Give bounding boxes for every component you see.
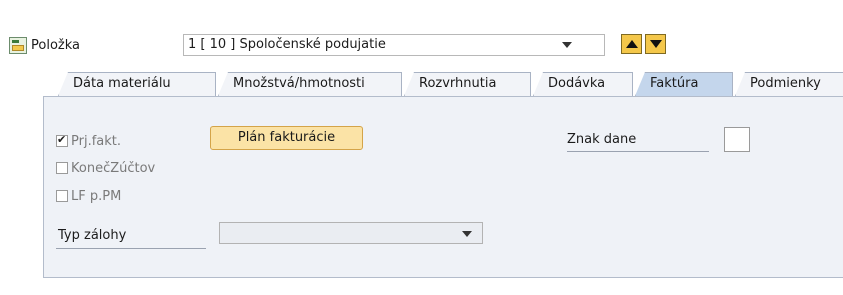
tab-strip: Dáta materiálu Množstvá/hmotnosti Rozvrh… bbox=[58, 72, 843, 96]
billing-plan-button[interactable]: Plán fakturácie bbox=[210, 126, 363, 150]
item-detail-icon[interactable] bbox=[9, 37, 27, 54]
tax-code-underline bbox=[567, 151, 709, 152]
tax-code-field[interactable] bbox=[724, 127, 750, 152]
checkbox-label: LF p.PM bbox=[71, 189, 122, 204]
item-select-value: 1 [ 10 ] Spoločenské podujatie bbox=[188, 37, 386, 52]
chevron-down-icon[interactable] bbox=[562, 42, 572, 48]
checkmark-icon[interactable] bbox=[56, 133, 68, 147]
checkbox-lf-pm[interactable]: LF p.PM bbox=[56, 189, 121, 204]
checkbox-label: KonečZúčtov bbox=[71, 161, 156, 176]
tab-conditions[interactable]: Podmienky bbox=[735, 72, 843, 96]
tab-invoice[interactable]: Faktúra bbox=[635, 72, 733, 96]
tab-material-data[interactable]: Dáta materiálu bbox=[58, 72, 216, 96]
tab-schedules[interactable]: Rozvrhnutia bbox=[404, 72, 531, 96]
tax-code-label: Znak dane bbox=[567, 132, 637, 147]
next-item-button[interactable] bbox=[645, 34, 666, 54]
item-label: Položka bbox=[31, 38, 80, 53]
checkbox-box[interactable] bbox=[56, 162, 68, 174]
tab-quantities-weights[interactable]: Množstvá/hmotnosti bbox=[218, 72, 402, 96]
item-select[interactable]: 1 [ 10 ] Spoločenské podujatie bbox=[183, 34, 605, 56]
top-cutoff-strip bbox=[0, 0, 843, 8]
invoice-tab-panel bbox=[43, 96, 843, 278]
previous-item-button[interactable] bbox=[621, 34, 642, 54]
chevron-down-icon[interactable] bbox=[462, 231, 472, 237]
down-payment-type-label: Typ zálohy bbox=[58, 228, 127, 243]
down-payment-type-select[interactable] bbox=[219, 222, 483, 244]
checkbox-label: Prj.fakt. bbox=[71, 134, 122, 149]
down-payment-type-underline bbox=[56, 248, 206, 249]
checkbox-box[interactable] bbox=[56, 190, 68, 202]
checkbox-project-invoice[interactable]: Prj.fakt. bbox=[56, 133, 122, 149]
checkbox-final-settlement[interactable]: KonečZúčtov bbox=[56, 161, 155, 176]
tab-delivery[interactable]: Dodávka bbox=[533, 72, 633, 96]
